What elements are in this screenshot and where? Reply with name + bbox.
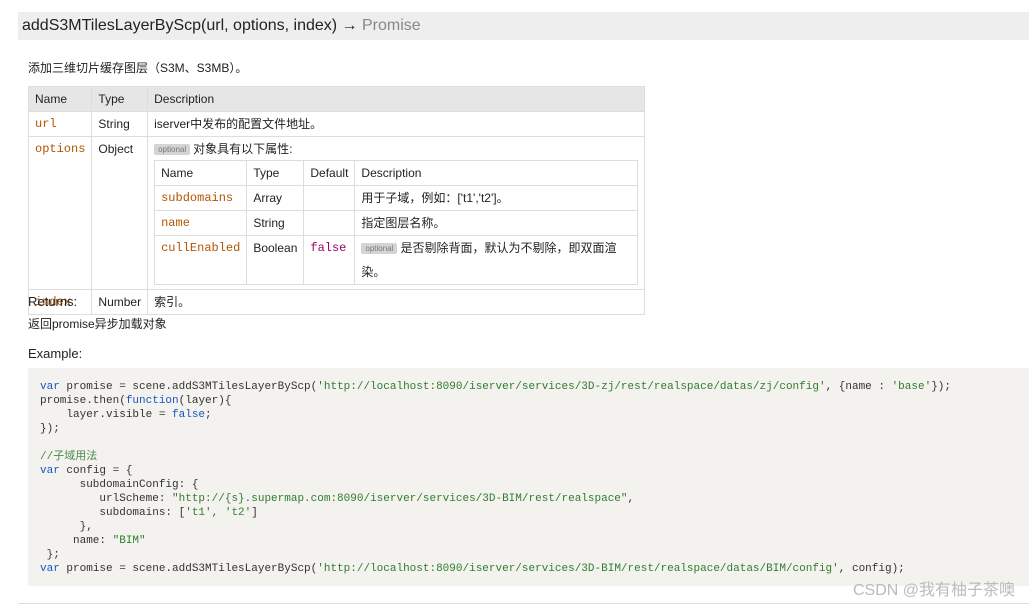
option-desc: 用于子域，例如：['t1','t2']。 xyxy=(354,185,639,211)
param-row-index: index Number 索引。 xyxy=(27,289,646,315)
param-name: url xyxy=(27,111,93,137)
returns-text: 返回promise异步加载对象 xyxy=(28,317,167,331)
param-row-url: url String iserver中发布的配置文件地址。 xyxy=(27,111,646,137)
param-type: Number xyxy=(91,289,149,315)
option-name: name xyxy=(154,210,248,236)
code-keyword: function xyxy=(125,395,179,407)
csdn-watermark: CSDN @我有柚子茶噢 xyxy=(852,582,1015,599)
options-properties-table: Name Type Default Description subdomains… xyxy=(154,160,639,285)
code-text: , config); xyxy=(838,563,905,575)
code-string: 'http://localhost:8090/iserver/services/… xyxy=(317,381,826,393)
option-name: cullEnabled xyxy=(154,235,248,285)
code-string: "http://{s}.supermap.com:8090/iserver/se… xyxy=(172,493,628,505)
code-text: promise = scene.addS3MTilesLayerByScp( xyxy=(59,381,318,393)
code-keyword: var xyxy=(40,465,60,477)
returns-heading: Returns: xyxy=(28,294,78,309)
option-row-name: name String 指定图层名称。 xyxy=(154,210,639,236)
code-text: ] xyxy=(251,507,258,519)
code-text: }); xyxy=(40,423,60,435)
code-text: , {name : xyxy=(825,381,892,393)
code-string: "BIM" xyxy=(112,535,146,547)
option-type: Array xyxy=(246,185,305,211)
method-signature: addS3MTilesLayerByScp(url, options, inde… xyxy=(18,12,1029,40)
params-header-row: Name Type Description xyxy=(27,86,646,112)
code-text: }); xyxy=(931,381,951,393)
param-type: Object xyxy=(91,136,149,290)
method-name: addS3MTilesLayerByScp(url, options, inde… xyxy=(22,17,338,34)
param-desc: iserver中发布的配置文件地址。 xyxy=(147,111,646,137)
code-comment: //子域用法 xyxy=(40,451,98,463)
options-header-row: Name Type Default Description xyxy=(154,160,639,186)
code-text: subdomainConfig: { xyxy=(40,479,199,491)
parameters-table: Name Type Description url String iserver… xyxy=(27,86,646,315)
code-keyword: var xyxy=(40,381,60,393)
option-name: subdomains xyxy=(154,185,248,211)
option-type: String xyxy=(246,210,305,236)
optional-badge: optional xyxy=(361,243,398,255)
param-type: String xyxy=(91,111,149,137)
method-description: 添加三维切片缓存图层（S3M、S3MB）。 xyxy=(28,61,248,75)
param-desc: optional 对象具有以下属性: Name Type Default Desc… xyxy=(147,136,646,290)
option-default xyxy=(303,185,356,211)
option-desc: 指定图层名称。 xyxy=(354,210,639,236)
col-name: Name xyxy=(27,86,93,112)
code-text: ; xyxy=(205,409,212,421)
sub-col-default: Default xyxy=(303,160,356,186)
sub-col-name: Name xyxy=(154,160,248,186)
sub-col-type: Type xyxy=(246,160,305,186)
options-desc-text: 对象具有以下属性: xyxy=(193,142,293,156)
example-code-block[interactable]: var promise = scene.addS3MTilesLayerBySc… xyxy=(28,368,1029,586)
code-text: promise = scene.addS3MTilesLayerByScp( xyxy=(59,563,318,575)
code-keyword: false xyxy=(172,409,206,421)
code-text: subdomains: [ xyxy=(40,507,186,519)
code-text: name: xyxy=(40,535,113,547)
code-string: 'base' xyxy=(891,381,932,393)
param-desc: 索引。 xyxy=(147,289,646,315)
code-text: config = { xyxy=(59,465,133,477)
code-keyword: var xyxy=(40,563,60,575)
option-desc-text: 是否剔除背面，默认为不剔除，即双面渲染。 xyxy=(361,241,617,279)
optional-badge: optional xyxy=(154,144,191,156)
option-row-subdomains: subdomains Array 用于子域，例如：['t1','t2']。 xyxy=(154,185,639,211)
return-type[interactable]: Promise xyxy=(362,17,421,34)
code-text: }, xyxy=(40,521,93,533)
option-desc: optional 是否剔除背面，默认为不剔除，即双面渲染。 xyxy=(354,235,639,285)
option-type: Boolean xyxy=(246,235,305,285)
col-description: Description xyxy=(147,86,646,112)
option-default: false xyxy=(303,235,356,285)
code-text: urlScheme: xyxy=(40,493,173,505)
param-row-options: options Object optional 对象具有以下属性: Name Ty… xyxy=(27,136,646,290)
code-string: 't1', 't2' xyxy=(185,507,252,519)
option-row-cullenabled: cullEnabled Boolean false optional 是否剔除背面… xyxy=(154,235,639,285)
arrow: → xyxy=(337,17,362,34)
code-text: promise.then( xyxy=(40,395,126,407)
code-text: }; xyxy=(40,549,60,561)
option-default xyxy=(303,210,356,236)
code-text: layer.visible = xyxy=(40,409,173,421)
sub-col-description: Description xyxy=(354,160,639,186)
divider xyxy=(18,603,1029,604)
param-name: options xyxy=(27,136,93,290)
example-heading: Example: xyxy=(28,346,83,361)
col-type: Type xyxy=(91,86,149,112)
code-text: (layer){ xyxy=(178,395,232,407)
code-text: , xyxy=(627,493,635,505)
code-string: 'http://localhost:8090/iserver/services/… xyxy=(317,563,839,575)
